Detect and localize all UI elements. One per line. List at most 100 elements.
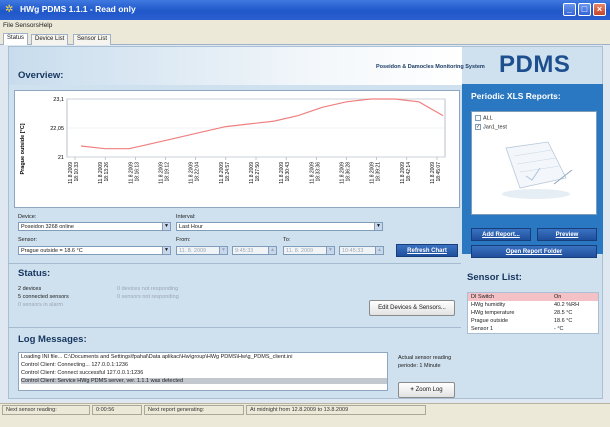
sensor-name: Prague outside	[471, 318, 508, 324]
menu-file[interactable]: File	[3, 22, 13, 29]
tab-device-list[interactable]: Device List	[31, 34, 69, 45]
from-time-picker[interactable]: 9:45:33 ▲	[232, 246, 277, 255]
devices-not-responding: 0 devices not responding	[117, 286, 179, 292]
table-row[interactable]: HWg temperature 28.5 °C	[468, 309, 598, 317]
table-row[interactable]: HWg humidity 40.2 %RH	[468, 301, 598, 309]
table-row[interactable]: DI Switch On	[468, 293, 598, 301]
log-title: Log Messages:	[18, 334, 87, 345]
sensor-select[interactable]: Prague outside = 18.6 °C ▼	[18, 246, 171, 255]
x-tick-label: 18:10:33	[74, 162, 80, 182]
y-tick-label: 23,1	[53, 97, 64, 103]
log-line: Control Client: Connect successful 127.0…	[21, 370, 144, 376]
menu-help[interactable]: Help	[39, 22, 52, 29]
x-tick-label: 18:36:28	[346, 162, 352, 182]
checkbox-checked[interactable]: ✓	[475, 124, 481, 130]
divider	[8, 327, 461, 328]
refresh-chart-button[interactable]: Refresh Chart	[396, 244, 458, 257]
open-report-folder-button[interactable]: Open Report Folder	[471, 245, 597, 258]
spinner-icon: ▲	[268, 247, 276, 254]
sensor-name: Sensor 1	[471, 326, 494, 332]
from-date-value: 11. 8. 2009	[179, 248, 207, 254]
sensor-label: Sensor:	[18, 237, 37, 243]
interval-select[interactable]: Last Hour ▼	[176, 222, 383, 231]
title-bar: ✲ HWg PDMS 1.1.1 - Read only _ □ ×	[0, 0, 610, 20]
chevron-down-icon: ▼	[162, 247, 170, 254]
table-row[interactable]: Prague outside 18.6 °C	[468, 317, 598, 325]
x-tick-label: 18:24:57	[225, 162, 231, 182]
add-report-button[interactable]: Add Report...	[471, 228, 531, 241]
reports-list[interactable]: ALL ✓ Jan1_test	[471, 111, 597, 215]
sensor-list-table[interactable]: DI Switch On HWg humidity 40.2 %RH HWg t…	[467, 292, 599, 334]
from-label: From:	[176, 237, 191, 243]
to-time-picker[interactable]: 10:45:33 ▲	[339, 246, 384, 255]
report-item-all[interactable]: ALL	[475, 115, 493, 121]
log-line: Loading INI file... C:\Documents and Set…	[21, 354, 293, 360]
brand-subtitle: Poseidon & Damocles Monitoring System	[376, 64, 485, 70]
menu-bar: File Sensors Help	[0, 20, 610, 32]
table-row[interactable]: Sensor 1 - °C	[468, 325, 598, 333]
zoom-log-button[interactable]: + Zoom Log	[398, 382, 455, 398]
chevron-down-icon: ▼	[374, 223, 382, 230]
divider	[8, 263, 461, 264]
spreadsheet-illustration-icon	[502, 141, 573, 199]
from-date-picker[interactable]: 11. 8. 2009 ▼	[176, 246, 228, 255]
status-bar: Next sensor reading: 0:00:56 Next report…	[0, 403, 610, 427]
log-list[interactable]: Loading INI file... C:\Documents and Set…	[18, 352, 388, 391]
sensor-name: HWg temperature	[471, 310, 515, 316]
sensors-not-responding: 0 sensors not responding	[117, 294, 179, 300]
y-tick-label: 21	[58, 155, 64, 161]
devices-count: 2 devices	[18, 286, 42, 292]
menu-sensors[interactable]: Sensors	[15, 22, 39, 29]
next-report-value: At midnight from 12.8.2009 to 13.8.2009	[246, 405, 426, 415]
next-reading-value: 0:00:56	[92, 405, 142, 415]
log-line: Control Client: Connecting... 127.0.0.1:…	[21, 362, 129, 368]
sensor-name: DI Switch	[471, 294, 495, 300]
device-label: Device:	[18, 214, 37, 220]
x-tick-label: 18:42:14	[406, 162, 412, 182]
sensor-value: On	[554, 294, 562, 300]
x-tick-label: 18:45:07	[436, 162, 442, 182]
x-tick-label: 18:39:21	[376, 162, 382, 182]
sensor-value: 28.5 °C	[554, 310, 573, 316]
edit-devices-sensors-button[interactable]: Edit Devices & Sensors...	[369, 300, 455, 316]
chart-area: Prague outside [°C] 23,1 22,05 21 11.8.200…	[14, 90, 460, 208]
sensor-select-value: Prague outside = 18.6 °C	[21, 248, 83, 254]
series-line	[80, 98, 444, 150]
sensor-name: HWg humidity	[471, 302, 506, 308]
x-tick-label: 18:33:36	[315, 162, 321, 182]
report-item-jan1-test[interactable]: ✓ Jan1_test	[475, 124, 507, 130]
close-button[interactable]: ×	[593, 3, 606, 16]
next-reading-label: Next sensor reading:	[2, 405, 90, 415]
reading-period-value: periode: 1 Minute	[398, 363, 441, 369]
interval-label: Interval:	[176, 214, 196, 220]
to-date-picker[interactable]: 11. 8. 2009 ▼	[283, 246, 335, 255]
zoom-log-label: Zoom Log	[415, 387, 443, 393]
tab-sensor-list[interactable]: Sensor List	[73, 34, 112, 45]
to-time-value: 10:45:33	[342, 248, 364, 254]
preview-button[interactable]: Preview	[537, 228, 597, 241]
sensor-list-title: Sensor List:	[467, 272, 522, 283]
x-tick-label: 18:16:13	[134, 162, 140, 182]
tab-status[interactable]: Status	[3, 33, 29, 45]
reading-period-label: Actual sensor reading	[398, 355, 452, 361]
device-select[interactable]: Poseidon 3268 online ▼	[18, 222, 171, 231]
report-item-label: ALL	[483, 115, 493, 122]
log-line-selected: Control Client: Service HWg PDMS server,…	[21, 378, 387, 384]
next-report-label: Next report generating:	[144, 405, 244, 415]
overview-title: Overview:	[18, 70, 64, 81]
status-title: Status:	[18, 268, 51, 279]
x-tick-label: 18:19:12	[165, 162, 171, 182]
temperature-chart: Prague outside [°C] 23,122,0521 11.8.200…	[20, 97, 446, 184]
connected-sensors-count: 5 connected sensors	[18, 294, 69, 300]
tab-strip: Status Device List Sensor List	[0, 32, 610, 45]
chevron-down-icon: ▼	[326, 247, 334, 254]
chevron-down-icon: ▼	[219, 247, 227, 254]
minimize-button[interactable]: _	[563, 3, 576, 16]
sensor-value: - °C	[554, 326, 564, 332]
x-tick-label: 18:27:50	[255, 162, 261, 182]
checkbox[interactable]	[475, 115, 481, 121]
maximize-button[interactable]: □	[578, 3, 591, 16]
device-select-value: Poseidon 3268 online	[21, 224, 74, 230]
app-icon: ✲	[5, 4, 14, 15]
x-tick-label: 18:13:26	[104, 162, 110, 182]
